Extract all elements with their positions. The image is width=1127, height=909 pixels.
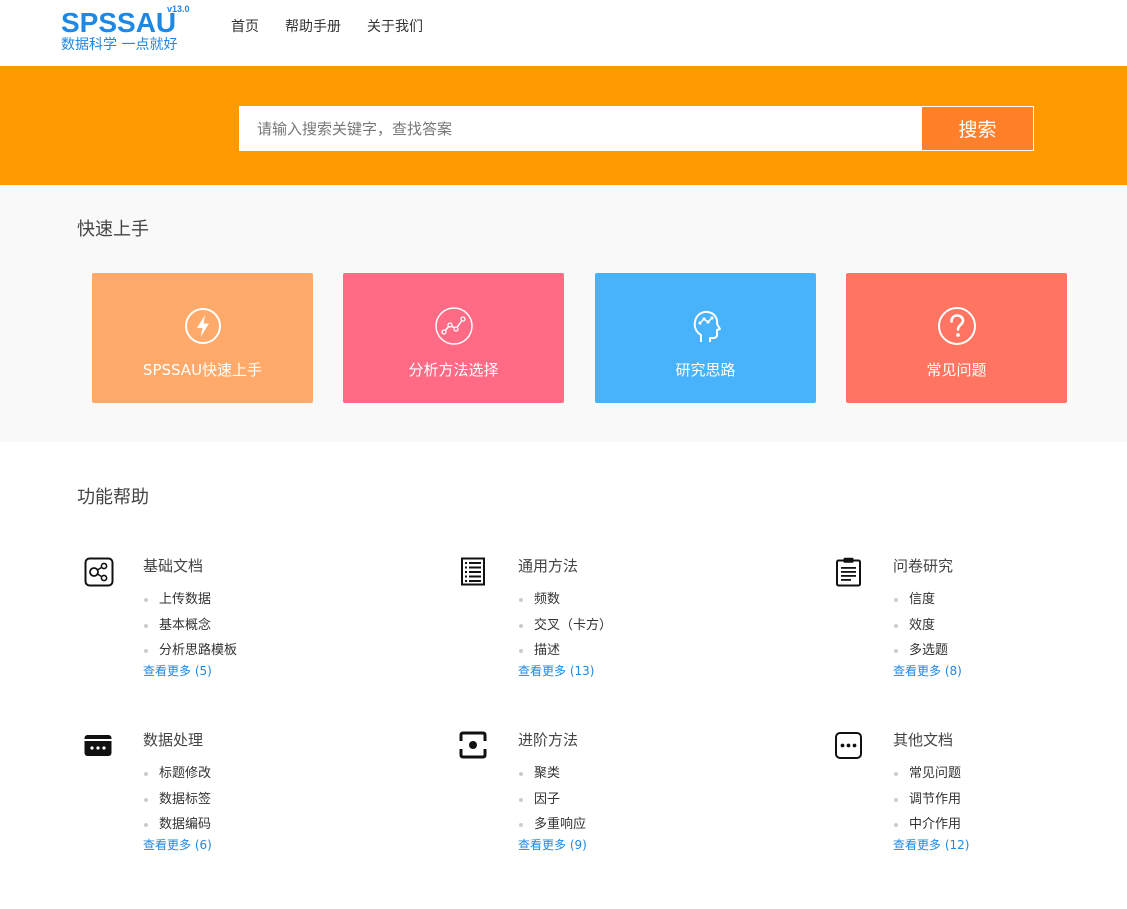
help-group-advanced-methods: 进阶方法 聚类 因子 多重响应 查看更多 (9)	[459, 731, 779, 871]
site-logo[interactable]: SPSSAU v13.0 数据科学 一点就好	[61, 4, 191, 56]
list-item[interactable]: 多重响应	[518, 812, 586, 838]
list-item[interactable]: 分析思路模板	[143, 638, 237, 664]
list-item[interactable]: 数据编码	[143, 812, 211, 838]
quick-start-title: 快速上手	[77, 219, 149, 240]
group-links: 频数 交叉（卡方） 描述	[518, 587, 612, 664]
logo-version: v13.0	[167, 4, 190, 14]
group-title: 进阶方法	[518, 731, 579, 749]
search-banner: 搜索	[0, 66, 1127, 185]
nodes-icon	[84, 557, 114, 587]
list-doc-icon	[461, 557, 485, 586]
group-links: 信度 效度 多选题	[893, 587, 948, 664]
list-item[interactable]: 效度	[893, 613, 948, 639]
list-item[interactable]: 基本概念	[143, 613, 237, 639]
nav-about-us[interactable]: 关于我们	[367, 18, 423, 36]
list-item[interactable]: 数据标签	[143, 787, 211, 813]
view-more-link[interactable]: 查看更多 (12)	[893, 838, 969, 853]
help-group-basic-docs: 基础文档 上传数据 基本概念 分析思路模板 查看更多 (5)	[84, 557, 404, 697]
more-dots-icon	[835, 732, 862, 759]
list-item[interactable]: 上传数据	[143, 587, 237, 613]
card-label: 常见问题	[926, 361, 987, 379]
lightning-icon	[185, 308, 221, 344]
group-title: 其他文档	[893, 731, 954, 749]
card-faq[interactable]: 常见问题	[846, 273, 1067, 403]
head-brain-icon	[693, 310, 721, 342]
list-item[interactable]: 聚类	[518, 761, 586, 787]
view-more-link[interactable]: 查看更多 (6)	[143, 838, 212, 853]
group-links: 聚类 因子 多重响应	[518, 761, 586, 838]
view-more-link[interactable]: 查看更多 (8)	[893, 664, 962, 679]
help-group-other-docs: 其他文档 常见问题 调节作用 中介作用 查看更多 (12)	[834, 731, 1127, 871]
list-item[interactable]: 因子	[518, 787, 586, 813]
list-item[interactable]: 调节作用	[893, 787, 961, 813]
top-header: SPSSAU v13.0 数据科学 一点就好 首页 帮助手册 关于我们	[0, 0, 1127, 66]
list-item[interactable]: 信度	[893, 587, 948, 613]
list-item[interactable]: 频数	[518, 587, 612, 613]
logo-text: SPSSAU	[61, 7, 177, 38]
search-button[interactable]: 搜索	[921, 106, 1034, 151]
card-label: 研究思路	[675, 361, 736, 379]
function-help-title: 功能帮助	[77, 487, 149, 508]
main-nav: 首页 帮助手册 关于我们	[231, 18, 449, 36]
help-group-general-methods: 通用方法 频数 交叉（卡方） 描述 查看更多 (13)	[459, 557, 779, 697]
search-input[interactable]	[239, 106, 922, 151]
nav-home[interactable]: 首页	[231, 18, 259, 36]
group-links: 常见问题 调节作用 中介作用	[893, 761, 961, 838]
card-label: SPSSAU快速上手	[142, 361, 263, 379]
view-more-link[interactable]: 查看更多 (9)	[518, 838, 587, 853]
help-group-data-processing: 数据处理 标题修改 数据标签 数据编码 查看更多 (6)	[84, 731, 404, 871]
quick-start-section: 快速上手 SPSSAU快速上手 分析方法选择 研究思路 常见问题	[0, 185, 1127, 442]
card-label: 分析方法选择	[408, 361, 499, 379]
list-item[interactable]: 多选题	[893, 638, 948, 664]
group-title: 问卷研究	[893, 557, 954, 575]
list-item[interactable]: 交叉（卡方）	[518, 613, 612, 639]
group-title: 通用方法	[518, 557, 579, 575]
list-item[interactable]: 标题修改	[143, 761, 211, 787]
group-links: 上传数据 基本概念 分析思路模板	[143, 587, 237, 664]
card-research-ideas[interactable]: 研究思路	[595, 273, 816, 403]
list-item[interactable]: 中介作用	[893, 812, 961, 838]
card-icon	[84, 735, 112, 756]
target-frame-icon	[459, 731, 487, 759]
view-more-link[interactable]: 查看更多 (13)	[518, 664, 594, 679]
clipboard-icon	[836, 557, 861, 587]
view-more-link[interactable]: 查看更多 (5)	[143, 664, 212, 679]
card-method-selection[interactable]: 分析方法选择	[343, 273, 564, 403]
list-item[interactable]: 常见问题	[893, 761, 961, 787]
nav-help-manual[interactable]: 帮助手册	[285, 18, 341, 36]
card-quick-start[interactable]: SPSSAU快速上手	[92, 273, 313, 403]
group-links: 标题修改 数据标签 数据编码	[143, 761, 211, 838]
line-chart-icon	[435, 307, 473, 345]
group-title: 数据处理	[143, 731, 204, 749]
question-icon	[938, 307, 976, 345]
help-group-questionnaire: 问卷研究 信度 效度 多选题 查看更多 (8)	[834, 557, 1127, 697]
logo-slogan: 数据科学 一点就好	[61, 37, 178, 53]
list-item[interactable]: 描述	[518, 638, 612, 664]
group-title: 基础文档	[143, 557, 204, 575]
